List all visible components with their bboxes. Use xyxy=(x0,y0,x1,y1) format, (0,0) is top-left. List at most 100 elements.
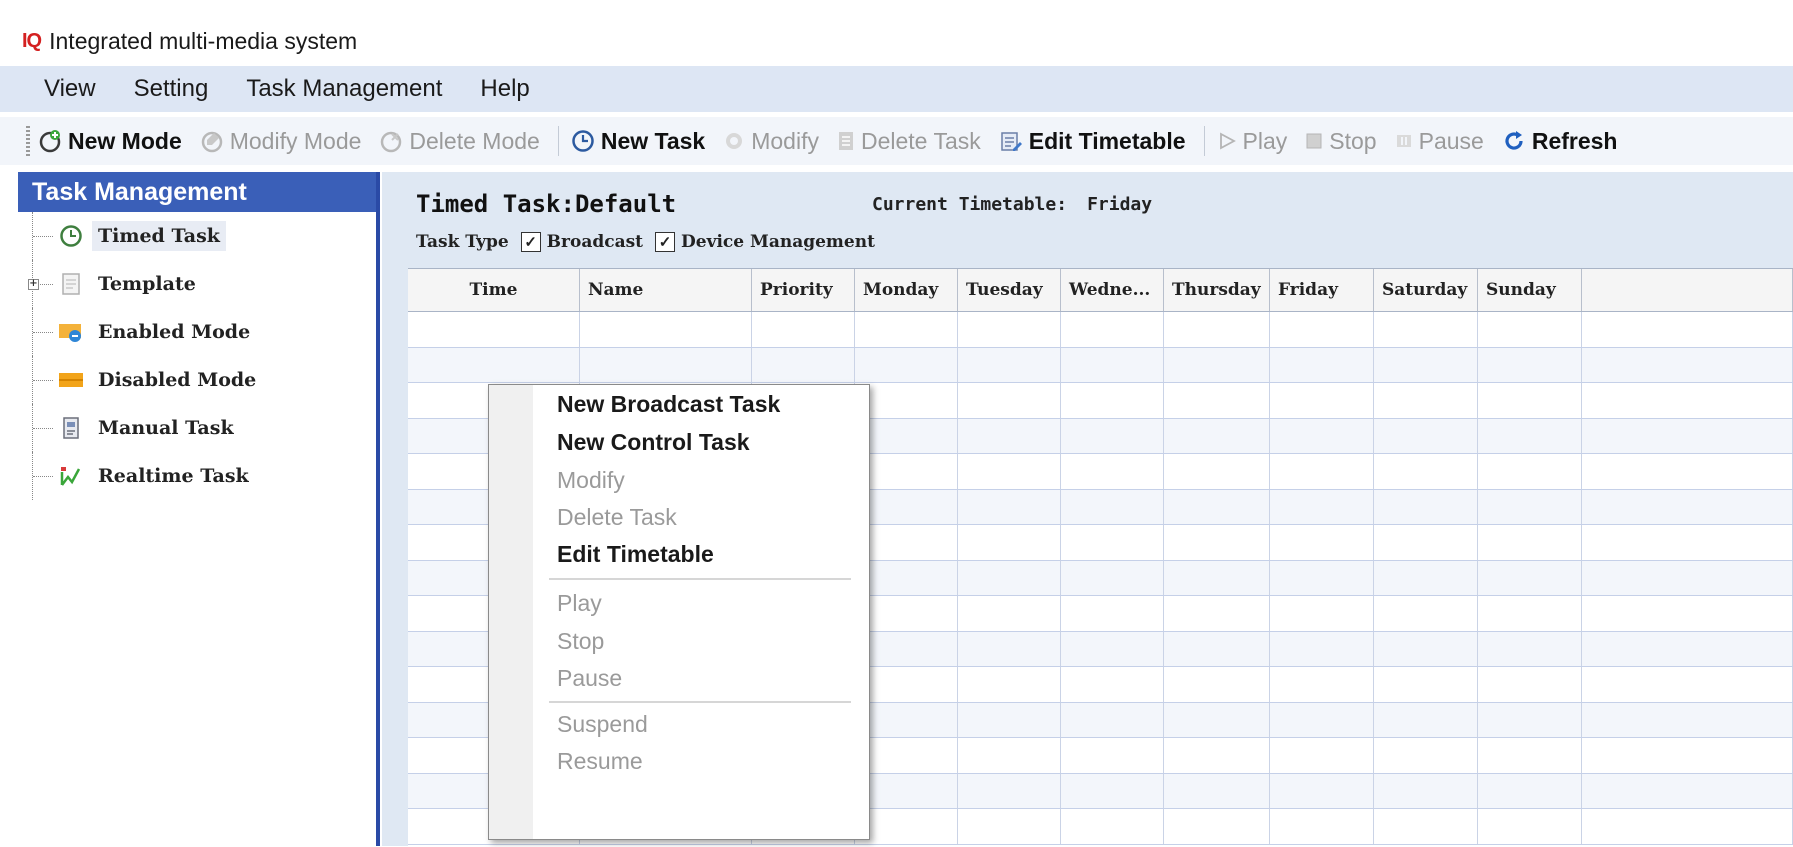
table-cell[interactable] xyxy=(1478,809,1582,844)
table-cell[interactable] xyxy=(1164,560,1270,595)
table-cell[interactable] xyxy=(1164,347,1270,382)
table-cell[interactable] xyxy=(1374,809,1478,844)
column-header-name[interactable]: Name xyxy=(580,269,752,311)
menu-view[interactable]: View xyxy=(0,75,115,103)
table-cell[interactable] xyxy=(1061,525,1164,560)
table-cell[interactable] xyxy=(1164,383,1270,418)
table-cell[interactable] xyxy=(1374,525,1478,560)
refresh-button[interactable]: Refresh xyxy=(1502,128,1617,155)
column-header-friday[interactable]: Friday xyxy=(1270,269,1374,311)
table-cell[interactable] xyxy=(1582,489,1793,524)
table-cell[interactable] xyxy=(1270,454,1374,489)
table-cell[interactable] xyxy=(1270,347,1374,382)
table-cell[interactable] xyxy=(958,418,1061,453)
table-cell[interactable] xyxy=(855,738,958,773)
table-cell[interactable] xyxy=(752,347,855,382)
pause-button[interactable]: Pause xyxy=(1395,128,1484,155)
device-management-checkbox[interactable]: ✓ xyxy=(655,232,676,252)
table-cell[interactable] xyxy=(1061,738,1164,773)
table-cell[interactable] xyxy=(1270,560,1374,595)
menu-setting[interactable]: Setting xyxy=(115,75,228,103)
table-cell[interactable] xyxy=(1270,418,1374,453)
table-cell[interactable] xyxy=(1164,454,1270,489)
table-cell[interactable] xyxy=(1374,489,1478,524)
table-cell[interactable] xyxy=(1061,596,1164,631)
table-cell[interactable] xyxy=(1061,418,1164,453)
stop-button[interactable]: Stop xyxy=(1305,128,1377,155)
table-cell[interactable] xyxy=(1270,312,1374,347)
table-cell[interactable] xyxy=(408,312,580,347)
column-header-priority[interactable]: Priority xyxy=(752,269,855,311)
table-cell[interactable] xyxy=(1374,631,1478,666)
table-cell[interactable] xyxy=(855,773,958,808)
table-cell[interactable] xyxy=(855,312,958,347)
column-header-sunday[interactable]: Sunday xyxy=(1478,269,1582,311)
table-cell[interactable] xyxy=(855,347,958,382)
table-cell[interactable] xyxy=(408,347,580,382)
context-menu-pause[interactable]: Pause xyxy=(557,665,622,692)
table-cell[interactable] xyxy=(1164,525,1270,560)
table-cell[interactable] xyxy=(958,347,1061,382)
table-cell[interactable] xyxy=(1478,667,1582,702)
table-cell[interactable] xyxy=(958,560,1061,595)
context-menu-resume[interactable]: Resume xyxy=(557,748,643,775)
column-header-monday[interactable]: Monday xyxy=(855,269,958,311)
table-cell[interactable] xyxy=(958,738,1061,773)
table-cell[interactable] xyxy=(1374,596,1478,631)
table-row[interactable] xyxy=(408,312,1793,348)
table-cell[interactable] xyxy=(1164,773,1270,808)
new-mode-button[interactable]: New Mode xyxy=(38,128,182,155)
table-cell[interactable] xyxy=(1270,738,1374,773)
table-cell[interactable] xyxy=(1374,667,1478,702)
table-cell[interactable] xyxy=(1270,383,1374,418)
table-cell[interactable] xyxy=(1270,702,1374,737)
table-cell[interactable] xyxy=(1164,312,1270,347)
column-header-tuesday[interactable]: Tuesday xyxy=(958,269,1061,311)
table-cell[interactable] xyxy=(855,596,958,631)
table-cell[interactable] xyxy=(1164,418,1270,453)
table-cell[interactable] xyxy=(1164,596,1270,631)
table-cell[interactable] xyxy=(1582,347,1793,382)
table-cell[interactable] xyxy=(1374,383,1478,418)
table-cell[interactable] xyxy=(1582,631,1793,666)
table-cell[interactable] xyxy=(1061,773,1164,808)
table-cell[interactable] xyxy=(1478,312,1582,347)
table-cell[interactable] xyxy=(1582,773,1793,808)
context-menu-edit-timetable[interactable]: Edit Timetable xyxy=(557,541,714,568)
table-cell[interactable] xyxy=(958,667,1061,702)
table-cell[interactable] xyxy=(1164,667,1270,702)
table-cell[interactable] xyxy=(1270,631,1374,666)
context-menu-play[interactable]: Play xyxy=(557,590,602,617)
context-menu-new-control-task[interactable]: New Control Task xyxy=(557,429,750,456)
table-cell[interactable] xyxy=(1478,525,1582,560)
table-cell[interactable] xyxy=(1582,702,1793,737)
table-cell[interactable] xyxy=(1270,489,1374,524)
column-header-thursday[interactable]: Thursday xyxy=(1164,269,1270,311)
table-cell[interactable] xyxy=(1374,738,1478,773)
table-cell[interactable] xyxy=(1374,312,1478,347)
menu-help[interactable]: Help xyxy=(461,75,548,103)
table-cell[interactable] xyxy=(1582,809,1793,844)
sidebar-item-enabled-mode[interactable]: Enabled Mode xyxy=(18,308,376,356)
table-cell[interactable] xyxy=(1478,631,1582,666)
table-cell[interactable] xyxy=(1374,347,1478,382)
table-cell[interactable] xyxy=(958,454,1061,489)
column-header-blank[interactable] xyxy=(1582,269,1793,311)
table-cell[interactable] xyxy=(1061,347,1164,382)
column-header-time[interactable]: Time xyxy=(408,269,580,311)
sidebar-item-disabled-mode[interactable]: Disabled Mode xyxy=(18,356,376,404)
table-cell[interactable] xyxy=(1270,596,1374,631)
table-cell[interactable] xyxy=(1374,560,1478,595)
table-cell[interactable] xyxy=(1061,702,1164,737)
table-cell[interactable] xyxy=(1478,418,1582,453)
new-task-button[interactable]: New Task xyxy=(571,128,705,155)
table-cell[interactable] xyxy=(1478,596,1582,631)
table-cell[interactable] xyxy=(958,383,1061,418)
sidebar-item-realtime-task[interactable]: Realtime Task xyxy=(18,452,376,500)
table-cell[interactable] xyxy=(1478,489,1582,524)
table-cell[interactable] xyxy=(958,631,1061,666)
sidebar-item-timed-task[interactable]: Timed Task xyxy=(18,212,376,260)
table-cell[interactable] xyxy=(1374,773,1478,808)
table-cell[interactable] xyxy=(1061,667,1164,702)
table-cell[interactable] xyxy=(1164,631,1270,666)
